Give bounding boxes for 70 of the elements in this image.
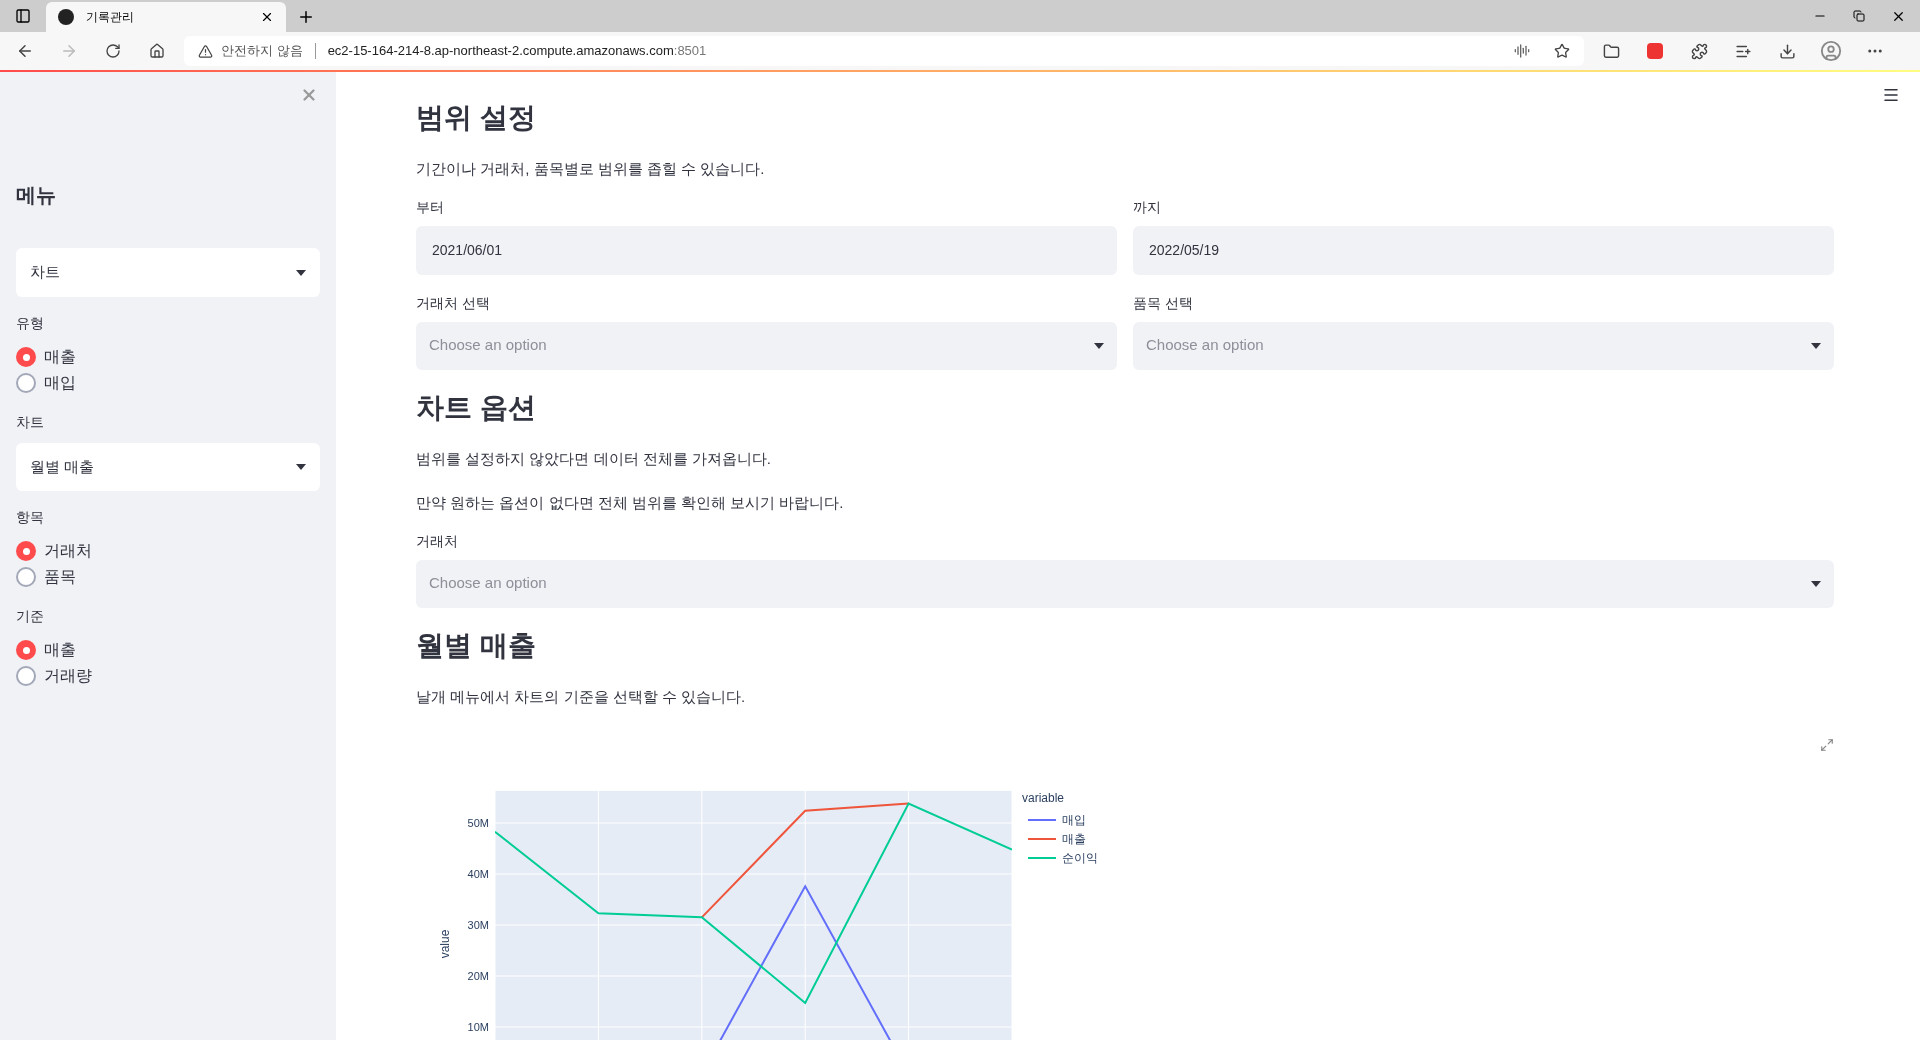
caret-icon — [296, 464, 306, 470]
legend-label: 순이익 — [1062, 851, 1098, 865]
home-icon[interactable] — [149, 43, 165, 59]
site-logo-icon — [58, 9, 74, 25]
date-field[interactable]: 2021/06/01 — [416, 225, 1117, 275]
date-field[interactable]: 2022/05/19 — [1133, 225, 1834, 275]
radio-button[interactable] — [16, 567, 36, 587]
group-label: 차트 — [16, 413, 45, 432]
new-tab-icon[interactable] — [297, 8, 315, 26]
restore-icon[interactable] — [1853, 10, 1865, 22]
download-icon[interactable] — [1778, 42, 1796, 60]
description-text: 기간이나 거래처, 품목별로 범위를 좁힐 수 있습니다. — [416, 159, 766, 179]
reload-icon[interactable] — [105, 43, 121, 59]
field-label: 부터 — [416, 197, 445, 217]
field-label: 품목 선택 — [1133, 293, 1194, 313]
legend-label: 매출 — [1062, 832, 1086, 846]
radio-label: 품목 — [44, 567, 76, 587]
radio-label: 거래량 — [44, 666, 92, 686]
legend-title: variable — [1022, 791, 1065, 805]
caret-icon — [1811, 342, 1821, 349]
section-heading: 월별 매출 — [416, 628, 537, 663]
browser-tab[interactable]: 기록관리 — [46, 2, 286, 32]
group-label: 항목 — [16, 508, 45, 527]
url-text: ec2-15-164-214-8.ap-northeast-2.compute.amazonaws.com:8501 — [327, 42, 707, 61]
radio-label: 거래처 — [44, 541, 92, 561]
caret-icon — [1811, 580, 1821, 587]
y-tick-label: 50M — [467, 817, 489, 829]
description-text: 범위를 설정하지 않았다면 데이터 전체를 가져옵니다. — [416, 448, 772, 469]
y-axis-label: value — [438, 929, 452, 959]
caret-icon — [296, 269, 306, 276]
radio-label: 매출 — [44, 640, 76, 660]
chart-select[interactable]: 월별 매출 — [16, 443, 320, 491]
description-text: 만약 원하는 옵션이 없다면 전체 범위를 확인해 보시기 바랍니다. — [416, 493, 845, 513]
radio-button[interactable] — [16, 666, 36, 686]
group-label: 기준 — [16, 607, 45, 626]
extensions-icon[interactable] — [1690, 42, 1708, 60]
y-tick-label: 10M — [467, 1021, 489, 1033]
legend-label: 매입 — [1062, 813, 1086, 827]
field-label: 거래처 선택 — [416, 293, 491, 313]
field-label: 까지 — [1133, 197, 1162, 217]
radio-label: 매출 — [44, 347, 76, 367]
back-icon[interactable] — [16, 42, 34, 60]
y-tick-label: 20M — [467, 970, 489, 982]
group-label: 유형 — [16, 314, 45, 333]
sidebar-title: 메뉴 — [16, 183, 57, 208]
caret-icon — [1094, 342, 1104, 349]
collections-icon[interactable] — [1602, 42, 1620, 60]
y-tick-label: 40M — [467, 868, 489, 880]
description-text: 날개 메뉴에서 차트의 기준을 선택할 수 있습니다. — [416, 686, 747, 707]
profile-icon[interactable] — [1820, 40, 1842, 62]
fullscreen-icon[interactable] — [1820, 738, 1834, 752]
radio-button[interactable] — [16, 541, 36, 561]
menu-icon[interactable] — [1882, 86, 1900, 104]
radio-button[interactable] — [16, 373, 36, 393]
read-aloud-icon[interactable] — [1514, 43, 1530, 59]
y-tick-label: 30M — [467, 919, 489, 931]
tab-actions-icon[interactable] — [15, 8, 31, 24]
warning-icon — [198, 43, 213, 59]
address-bar[interactable]: 안전하지 않음 ec2-15-164-214-8.ap-northeast-2.compute.amazonaws.com:8501 — [184, 36, 1584, 66]
security-label: 안전하지 않음 — [221, 42, 303, 61]
section-heading: 차트 옵션 — [416, 390, 537, 425]
radio-button[interactable] — [16, 347, 36, 367]
add-favorite-icon[interactable] — [1554, 43, 1570, 59]
field-label: 거래처 — [416, 531, 459, 551]
radio-label: 매입 — [44, 373, 76, 393]
extension-icon[interactable] — [1647, 43, 1663, 59]
close-icon[interactable] — [260, 10, 274, 24]
section-heading: 범위 설정 — [416, 101, 537, 135]
radio-button[interactable] — [16, 640, 36, 660]
page-select[interactable]: 차트 — [16, 248, 320, 297]
